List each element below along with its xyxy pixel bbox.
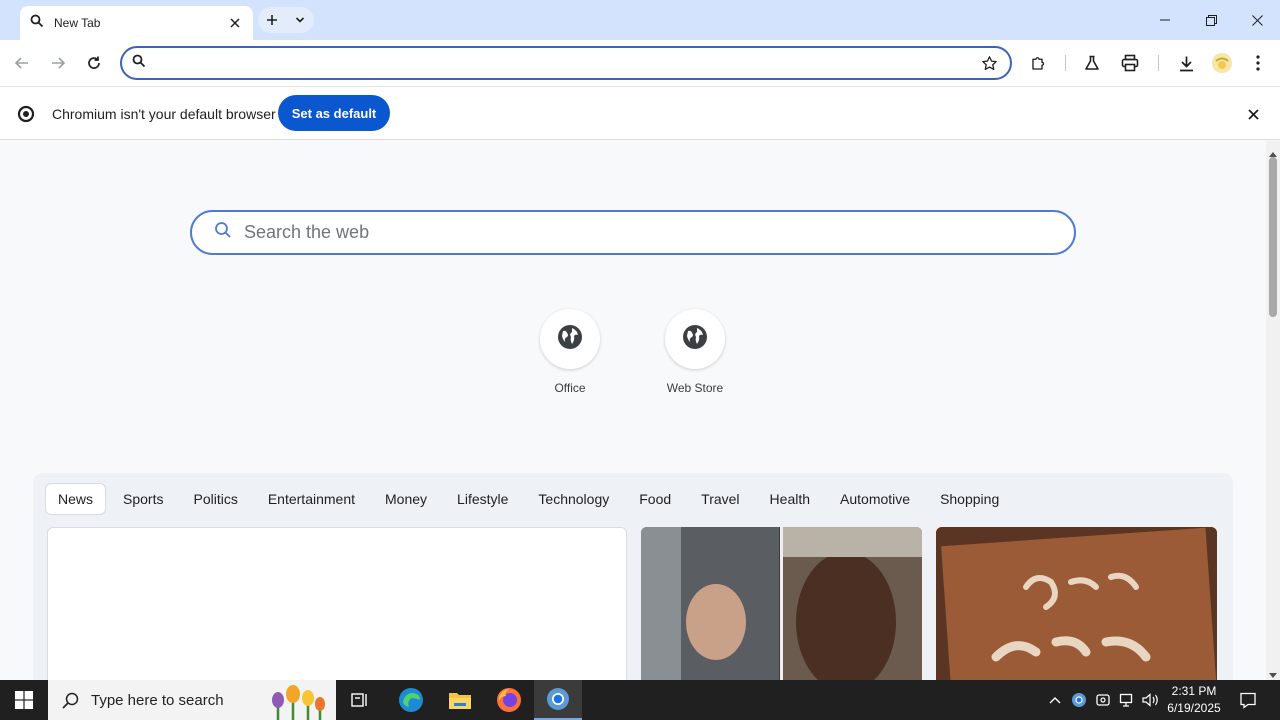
shortcut-web-store[interactable]: Web Store <box>650 309 740 395</box>
browser-toolbar <box>0 40 1280 86</box>
tab-food[interactable]: Food <box>624 483 686 515</box>
tab-entertainment[interactable]: Entertainment <box>253 483 370 515</box>
firefox-icon[interactable] <box>485 680 533 720</box>
system-clock[interactable]: 2:31 PM 6/19/2025 <box>1162 683 1226 717</box>
minimize-button[interactable] <box>1142 0 1188 40</box>
taskbar-search-text: Type here to search <box>91 691 224 709</box>
tab-news[interactable]: News <box>45 483 107 515</box>
windows-logo-icon <box>15 691 33 709</box>
globe-icon <box>556 323 584 356</box>
set-as-default-button[interactable]: Set as default <box>278 95 390 131</box>
new-tab-button[interactable] <box>258 7 286 33</box>
shortcut-icon-circle <box>540 309 600 369</box>
tab-new-tab[interactable]: New Tab <box>20 6 253 40</box>
page-scrollbar[interactable] <box>1266 141 1280 680</box>
print-button[interactable] <box>1115 48 1145 78</box>
clock-time: 2:31 PM <box>1171 684 1217 698</box>
infobar-message: Chromium isn't your default browser <box>52 106 276 122</box>
reload-button[interactable] <box>79 48 109 78</box>
chromium-icon <box>534 680 582 718</box>
tab-sports[interactable]: Sports <box>108 483 178 515</box>
new-tab-page: Office Web Store News Sports Politics En… <box>0 141 1266 680</box>
network-icon[interactable] <box>1116 680 1138 720</box>
edge-browser-icon[interactable] <box>387 680 435 720</box>
tab-automotive[interactable]: Automotive <box>825 483 925 515</box>
toolbar-divider <box>1158 55 1159 71</box>
news-card-image[interactable] <box>641 527 922 680</box>
news-card-placeholder[interactable] <box>47 527 627 680</box>
tab-actions <box>258 7 314 33</box>
close-tab-icon[interactable] <box>227 15 243 31</box>
tab-search-button[interactable] <box>286 7 314 33</box>
forward-button[interactable] <box>43 48 73 78</box>
search-icon <box>132 54 146 73</box>
search-icon <box>62 692 79 709</box>
title-bar: New Tab <box>0 0 1280 40</box>
download-icon[interactable] <box>1171 48 1201 78</box>
start-button[interactable] <box>0 680 48 720</box>
feed-category-tabs: News Sports Politics Entertainment Money… <box>45 483 1014 515</box>
clock-date: 6/19/2025 <box>1167 701 1221 715</box>
labs-flask-icon[interactable] <box>1077 48 1107 78</box>
notifications-icon[interactable] <box>1230 680 1266 720</box>
web-search-box[interactable] <box>190 210 1076 255</box>
extensions-button[interactable] <box>1024 48 1054 78</box>
search-icon <box>30 14 44 33</box>
tray-meet-icon[interactable] <box>1092 680 1114 720</box>
address-input[interactable] <box>154 49 974 77</box>
shortcut-label: Office <box>554 381 586 395</box>
close-window-button[interactable] <box>1234 0 1280 40</box>
toolbar-divider <box>1065 55 1066 71</box>
chromium-logo-icon <box>17 105 35 128</box>
menu-more-icon[interactable] <box>1243 48 1273 78</box>
news-card-image[interactable] <box>936 527 1217 680</box>
tab-title: New Tab <box>54 16 101 30</box>
default-browser-infobar: Chromium isn't your default browser Set … <box>0 86 1280 140</box>
search-icon <box>214 221 232 244</box>
address-bar[interactable] <box>120 46 1012 80</box>
task-view-icon[interactable] <box>336 680 384 720</box>
tray-app-icon[interactable] <box>1068 680 1090 720</box>
tab-technology[interactable]: Technology <box>523 483 624 515</box>
news-photo <box>641 527 922 680</box>
tab-lifestyle[interactable]: Lifestyle <box>442 483 523 515</box>
show-hidden-icons-chevron-icon[interactable] <box>1044 680 1066 720</box>
tab-shopping[interactable]: Shopping <box>925 483 1014 515</box>
tulips-decoration-icon <box>258 682 333 720</box>
tab-money[interactable]: Money <box>370 483 442 515</box>
bookmark-star-icon[interactable] <box>974 55 1004 72</box>
close-infobar-icon[interactable] <box>1243 104 1263 124</box>
shortcut-icon-circle <box>665 309 725 369</box>
tab-travel[interactable]: Travel <box>686 483 754 515</box>
scrollbar-thumb[interactable] <box>1269 157 1277 317</box>
closed-sign-photo <box>936 527 1217 680</box>
back-button[interactable] <box>7 48 37 78</box>
chromium-taskbar-button[interactable] <box>534 680 582 720</box>
web-search-input[interactable] <box>244 222 1074 243</box>
windows-taskbar: Type here to search 2:31 PM 6/19/2025 <box>0 680 1280 720</box>
globe-icon <box>681 323 709 356</box>
profile-avatar[interactable] <box>1207 48 1237 78</box>
restore-button[interactable] <box>1188 0 1234 40</box>
file-explorer-icon[interactable] <box>436 680 484 720</box>
shortcut-label: Web Store <box>666 381 724 395</box>
tab-health[interactable]: Health <box>755 483 825 515</box>
news-feed: News Sports Politics Entertainment Money… <box>33 473 1233 680</box>
shortcut-office[interactable]: Office <box>525 309 615 395</box>
taskbar-search-box[interactable]: Type here to search <box>48 680 336 720</box>
tab-politics[interactable]: Politics <box>178 483 252 515</box>
volume-icon[interactable] <box>1140 680 1162 720</box>
